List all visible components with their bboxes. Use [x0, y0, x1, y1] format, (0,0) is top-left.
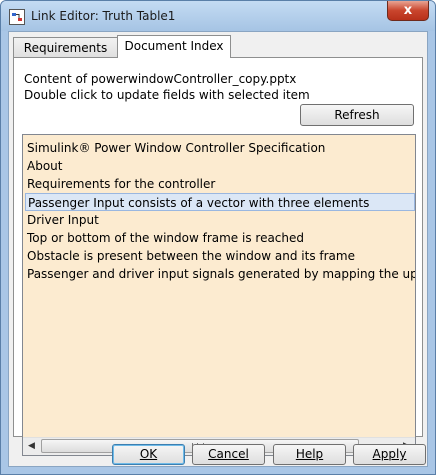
ok-button-label: OK [139, 447, 158, 461]
close-button[interactable]: x [387, 1, 429, 21]
list-item-selected[interactable]: Passenger Input consists of a vector wit… [25, 193, 415, 211]
list-item[interactable]: Passenger and driver input signals gener… [25, 265, 415, 283]
title-bar[interactable]: Link Editor: Truth Table1 x [1, 1, 435, 31]
close-icon: x [403, 3, 413, 18]
apply-button-label: Apply [372, 447, 407, 461]
list-item[interactable]: Driver Input [25, 211, 415, 229]
help-button[interactable]: Help [273, 444, 346, 465]
cancel-button[interactable]: Cancel [192, 444, 265, 465]
list-item[interactable]: Top or bottom of the window frame is rea… [25, 229, 415, 247]
list-item[interactable]: Simulink® Power Window Controller Specif… [25, 139, 415, 157]
content-file-label: Content of powerwindowController_copy.pp… [24, 72, 297, 86]
dialog-client-area: Requirements Document Index Content of p… [8, 31, 428, 467]
link-editor-window: Link Editor: Truth Table1 x Requirements… [0, 0, 436, 475]
tab-document-index-label: Document Index [124, 39, 224, 53]
refresh-button[interactable]: Refresh [300, 104, 414, 126]
help-button-label: Help [295, 447, 324, 461]
apply-button[interactable]: Apply [353, 444, 426, 465]
document-index-list[interactable]: Simulink® Power Window Controller Specif… [22, 134, 416, 456]
hint-label: Double click to update fields with selec… [24, 88, 310, 102]
scroll-left-icon[interactable]: ◀ [23, 438, 40, 455]
list-item[interactable]: Obstacle is present between the window a… [25, 247, 415, 265]
list-item[interactable]: Requirements for the controller [25, 175, 415, 193]
window-title: Link Editor: Truth Table1 [31, 9, 176, 23]
tab-requirements[interactable]: Requirements [13, 37, 118, 57]
simulink-link-icon [9, 9, 25, 25]
list-item[interactable]: About [25, 157, 415, 175]
ok-button[interactable]: OK [112, 444, 185, 465]
tab-document-index[interactable]: Document Index [117, 35, 231, 58]
document-index-panel: Content of powerwindowController_copy.pp… [13, 57, 423, 456]
tab-requirements-label: Requirements [23, 41, 108, 55]
cancel-button-label: Cancel [208, 447, 249, 461]
